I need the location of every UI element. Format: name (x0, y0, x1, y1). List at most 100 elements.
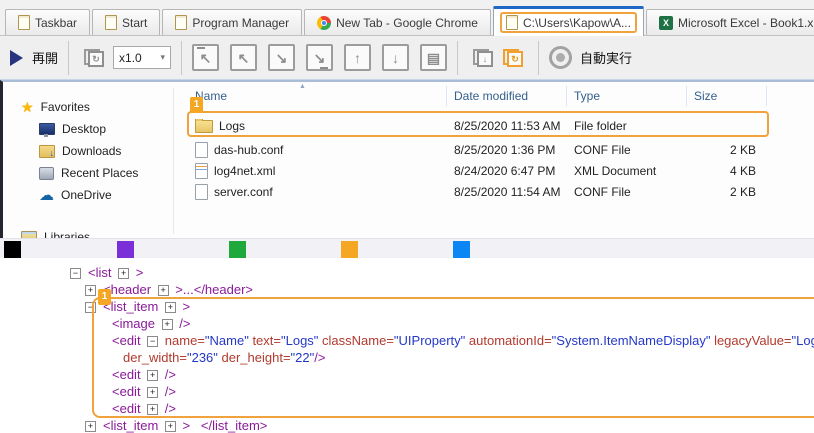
selection-highlight-box (187, 111, 769, 137)
toggle-plus-icon[interactable]: + (118, 268, 129, 279)
file-name: log4net.xml (214, 164, 275, 178)
toggle-plus-icon[interactable]: + (165, 302, 176, 313)
arrow-down-icon: ↓ (392, 51, 399, 65)
thumbnail-swatch-3[interactable] (229, 241, 246, 258)
toggle-plus-icon[interactable]: + (147, 404, 158, 415)
expander-minus-icon[interactable]: − (70, 268, 81, 279)
toggle-minus-icon[interactable]: − (147, 336, 158, 347)
xml-node-line[interactable]: <edit + /> (0, 383, 814, 400)
xml-tag: >...</header> (172, 282, 253, 297)
xml-tag: <list_item (103, 418, 162, 433)
step-button-arrow-downright[interactable]: ↘ (268, 44, 295, 71)
auto-run-button[interactable]: 自動実行 (549, 46, 632, 69)
column-divider[interactable] (686, 86, 687, 106)
thumbnail-swatch-1[interactable] (4, 241, 21, 258)
app-window: TaskbarStartProgram Manager New Tab - Goo… (0, 0, 814, 433)
column-header-date-modified[interactable]: Date modified (446, 87, 566, 105)
xml-tag: <edit (112, 401, 144, 416)
column-divider[interactable] (766, 86, 767, 106)
recent-icon (39, 167, 54, 180)
step-button-arrow-downright-edge[interactable]: ↘ (306, 44, 333, 71)
toggle-plus-icon[interactable]: + (162, 319, 173, 330)
tab-start[interactable]: Start (92, 9, 160, 35)
column-divider[interactable] (566, 86, 567, 106)
xml-node-line[interactable]: <image + /> (0, 315, 814, 332)
file-name-cell: log4net.xml (187, 163, 446, 179)
sidebar-divider (173, 88, 174, 234)
file-size: 4 KB (686, 164, 766, 178)
xml-node-line[interactable]: +<header + >...</header> (0, 281, 814, 298)
tab-new-tab-google-chrome[interactable]: New Tab - Google Chrome (304, 9, 491, 35)
xml-tag: > </list_item> (179, 418, 268, 433)
column-header-name[interactable]: Name (187, 87, 446, 105)
xml-val: "Logs" (792, 333, 814, 348)
xml-node-line[interactable]: −<list_item + > (0, 298, 814, 315)
copy-screen-button[interactable]: ↓ (468, 44, 498, 72)
arrow-upleft-edge-icon: ↖ (200, 51, 212, 65)
sidebar-item-recent-places[interactable]: Recent Places (11, 162, 169, 184)
thumbnail-swatch-2[interactable] (117, 241, 134, 258)
sidebar-item-downloads[interactable]: ↓Downloads (11, 140, 169, 162)
xml-val: "Name" (205, 333, 249, 348)
down-arrow-overlay: ↓ (50, 149, 55, 158)
copy-screen-icon: ↓ (473, 49, 493, 67)
sidebar-item-label: Desktop (62, 122, 106, 136)
arrow-up-icon: ↑ (354, 51, 361, 65)
expander-plus-icon[interactable]: + (85, 285, 96, 296)
arrow-downright-edge-icon: ↘ (314, 51, 326, 65)
dom-tree-panel: −<list + >+<header + >...</header>−<list… (0, 258, 814, 433)
document-icon (506, 15, 518, 30)
expander-minus-icon[interactable]: − (85, 302, 96, 313)
xml-node-line[interactable]: <edit + /> (0, 400, 814, 417)
resume-button[interactable]: 再開 (10, 48, 58, 67)
downloads-icon: ↓ (39, 145, 55, 158)
xml-node-line[interactable]: <edit − name="Name" text="Logs" classNam… (0, 332, 814, 349)
file-explorer: ★Favorites Desktop ↓Downloads Recent Places… (0, 80, 814, 238)
sidebar-item-desktop[interactable]: Desktop (11, 118, 169, 140)
column-header-type[interactable]: Type (566, 87, 686, 105)
step-button-pages[interactable]: ▤ (420, 44, 447, 71)
pages-icon: ▤ (427, 51, 440, 65)
zoom-select[interactable]: x1.0 ▾ (113, 46, 171, 69)
column-divider[interactable] (446, 86, 447, 106)
tab-taskbar[interactable]: Taskbar (5, 9, 90, 35)
file-type: CONF File (566, 143, 686, 157)
xml-node-line[interactable]: der_width="236" der_height="22"/> (0, 349, 814, 366)
onedrive-icon: ☁ (39, 189, 54, 202)
thumbnail-swatch-5[interactable] (453, 241, 470, 258)
step-button-arrow-up[interactable]: ↑ (344, 44, 371, 71)
refresh-screen-button[interactable]: ↻ (79, 44, 109, 72)
tab-label-wrap: C:\Users\Kapow\A... (500, 12, 637, 33)
xml-node-line[interactable]: <edit + /> (0, 366, 814, 383)
xml-node-line[interactable]: +<list_item + > </list_item> (0, 417, 814, 433)
sidebar-item-onedrive[interactable]: ☁OneDrive (11, 184, 169, 206)
sidebar-item-libraries[interactable]: Libraries (11, 226, 169, 238)
tab-label-wrap: New Tab - Google Chrome (311, 13, 484, 33)
thumbnail-swatch-4[interactable] (341, 241, 358, 258)
sidebar-item-label: Favorites (41, 100, 90, 114)
file-row-log4net-xml[interactable]: log4net.xml8/24/2020 6:47 PMXML Document… (187, 160, 814, 181)
tab-c-users-kapow-a[interactable]: C:\Users\Kapow\A... (493, 6, 644, 36)
sidebar-item-label: Recent Places (61, 166, 138, 180)
sidebar-item-favorites[interactable]: ★Favorites (11, 96, 169, 118)
toolbar-separator (181, 41, 182, 75)
expander-plus-icon[interactable]: + (85, 421, 96, 432)
xml-node-line[interactable]: −<list + > (0, 264, 814, 281)
tab-program-manager[interactable]: Program Manager (162, 9, 302, 35)
step-button-arrow-down[interactable]: ↓ (382, 44, 409, 71)
file-row-das-hub-conf[interactable]: das-hub.conf8/25/2020 1:36 PMCONF File2 … (187, 139, 814, 160)
capture-view-button[interactable]: ↻ (498, 44, 528, 72)
toggle-plus-icon[interactable]: + (165, 421, 176, 432)
toolbar: 再開 ↻ x1.0 ▾ ↖ ↖ ↘ ↘ ↑ ↓ ▤ ↓ ↻ 自動実行 (0, 36, 814, 80)
step-button-arrow-upleft-edge[interactable]: ↖ (192, 44, 219, 71)
arrow-downright-icon: ↘ (276, 51, 288, 65)
tab-microsoft-excel-book1-xlsx[interactable]: XMicrosoft Excel - Book1.xlsx (646, 9, 814, 35)
file-row-server-conf[interactable]: server.conf8/25/2020 11:54 AMCONF File2 … (187, 181, 814, 202)
xml-attr: text= (249, 333, 281, 348)
explorer-sidebar: ★Favorites Desktop ↓Downloads Recent Places… (11, 82, 169, 238)
column-header-size[interactable]: Size (686, 87, 766, 105)
step-button-arrow-upleft[interactable]: ↖ (230, 44, 257, 71)
toggle-plus-icon[interactable]: + (147, 387, 158, 398)
toggle-plus-icon[interactable]: + (158, 285, 169, 296)
toggle-plus-icon[interactable]: + (147, 370, 158, 381)
